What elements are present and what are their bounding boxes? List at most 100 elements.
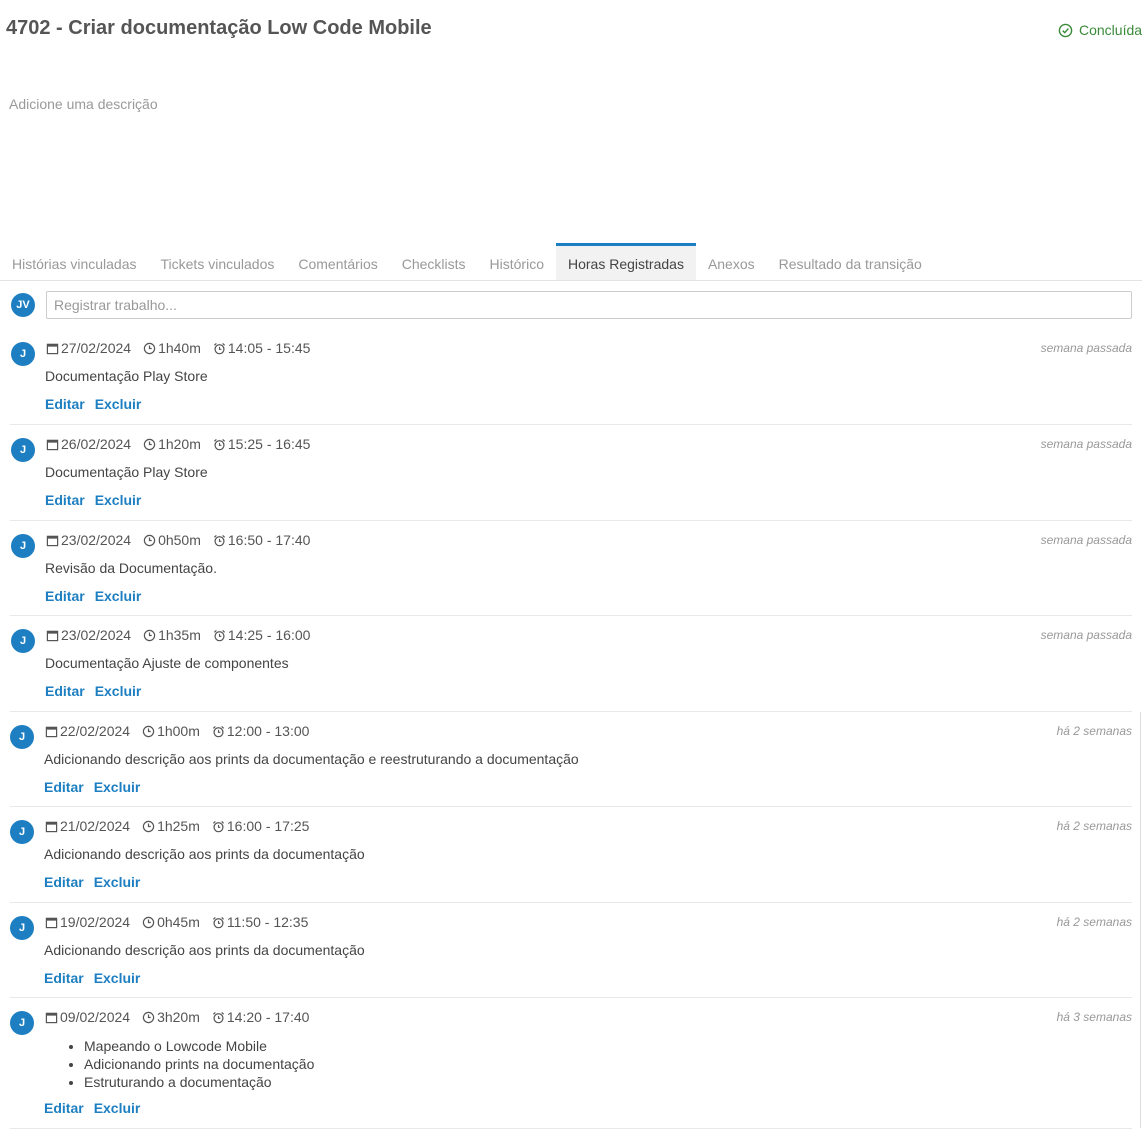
delete-link[interactable]: Excluir (94, 970, 141, 986)
alarm-clock-icon (212, 820, 224, 832)
relative-time: semana passada (1040, 533, 1132, 547)
worklog-time-range: 16:00 - 17:25 (212, 818, 310, 834)
worklog-entry: J 21/02/2024 1h25m 16:00 - 17:25 há 2 semana… (10, 807, 1132, 903)
worklog-bullet: Mapeando o Lowcode Mobile (84, 1037, 314, 1055)
clock-icon (142, 725, 155, 737)
clock-icon (143, 342, 156, 354)
avatar: J (11, 534, 35, 558)
clock-icon (143, 534, 156, 546)
worklog-date: 19/02/2024 (45, 914, 130, 930)
worklog-duration: 0h50m (143, 532, 201, 548)
calendar-icon (45, 1012, 58, 1023)
tab-historico[interactable]: Histórico (478, 243, 556, 280)
worklog-duration: 3h20m (142, 1009, 200, 1025)
alarm-clock-icon (212, 1011, 224, 1023)
delete-link[interactable]: Excluir (94, 874, 141, 890)
duration-label: 1h00m (157, 723, 200, 739)
worklog-bullet: Adicionando prints na documentação (84, 1055, 314, 1073)
worklog-date: 22/02/2024 (45, 723, 130, 739)
tab-resultado-transicao[interactable]: Resultado da transição (767, 243, 934, 280)
worklog-description: Documentação Play Store (45, 464, 208, 480)
delete-link[interactable]: Excluir (95, 396, 142, 412)
description-placeholder[interactable]: Adicione uma descrição (9, 96, 158, 112)
date-label: 21/02/2024 (60, 818, 131, 834)
delete-link[interactable]: Excluir (95, 492, 142, 508)
worklog-date: 09/02/2024 (45, 1009, 130, 1025)
alarm-clock-icon (212, 725, 224, 737)
worklog-time-range: 15:25 - 16:45 (213, 436, 311, 452)
worklog-actions: Editar Excluir (44, 970, 150, 986)
worklog-entry: J 23/02/2024 0h50m 16:50 - 17:40 semana pass… (10, 521, 1132, 616)
worklog-actions: Editar Excluir (44, 1100, 150, 1116)
tab-horas-registradas[interactable]: Horas Registradas (556, 243, 696, 280)
edit-link[interactable]: Editar (44, 874, 84, 890)
edit-link[interactable]: Editar (45, 588, 85, 604)
worklog-time-range: 11:50 - 12:35 (212, 914, 308, 930)
edit-link[interactable]: Editar (45, 492, 85, 508)
delete-link[interactable]: Excluir (94, 1100, 141, 1116)
worklog-meta: 22/02/2024 1h00m 12:00 - 13:00 (45, 723, 321, 739)
worklog-duration: 1h00m (142, 723, 200, 739)
delete-link[interactable]: Excluir (95, 588, 142, 604)
worklog-time-range: 16:50 - 17:40 (213, 532, 310, 548)
edit-link[interactable]: Editar (44, 970, 84, 986)
tab-tickets-vinculados[interactable]: Tickets vinculados (149, 243, 287, 280)
duration-label: 1h40m (158, 340, 201, 356)
tab-checklists[interactable]: Checklists (390, 243, 478, 280)
relative-time: há 3 semanas (1056, 1010, 1132, 1024)
worklog-duration: 0h45m (142, 914, 200, 930)
edit-link[interactable]: Editar (44, 779, 84, 795)
status-badge: Concluída (1058, 22, 1142, 38)
clock-icon (143, 438, 156, 450)
worklog-meta: 19/02/2024 0h45m 11:50 - 12:35 (45, 914, 320, 930)
relative-time: há 2 semanas (1056, 819, 1132, 833)
worklog-description: Adicionando descrição aos prints da docu… (44, 846, 365, 862)
worklog-entry: J 22/02/2024 1h00m 12:00 - 13:00 há 2 semana… (10, 712, 1132, 807)
duration-label: 0h50m (158, 532, 201, 548)
duration-label: 1h35m (158, 627, 201, 643)
worklog-meta: 23/02/2024 0h50m 16:50 - 17:40 (46, 532, 322, 548)
register-work-input[interactable] (46, 291, 1132, 319)
clock-icon (142, 820, 155, 832)
avatar: J (10, 916, 34, 940)
avatar: JV (11, 293, 35, 317)
edit-link[interactable]: Editar (45, 396, 85, 412)
avatar: J (10, 820, 34, 844)
time-range-label: 14:05 - 15:45 (227, 340, 311, 356)
worklog-composer: JV (11, 291, 1132, 319)
worklog-description: Adicionando descrição aos prints da docu… (44, 751, 579, 767)
time-range-label: 11:50 - 12:35 (226, 914, 309, 930)
avatar: J (10, 1011, 34, 1035)
worklog-entry: J 19/02/2024 0h45m 11:50 - 12:35 há 2 semana… (10, 903, 1132, 998)
worklog-meta: 23/02/2024 1h35m 14:25 - 16:00 (46, 627, 322, 643)
date-label: 27/02/2024 (61, 340, 132, 356)
worklog-meta: 09/02/2024 3h20m 14:20 - 17:40 (45, 1009, 321, 1025)
tab-comentarios[interactable]: Comentários (286, 243, 389, 280)
date-label: 23/02/2024 (61, 627, 132, 643)
worklog-entry: J 09/02/2024 3h20m 14:20 - 17:40 há 3 semana… (10, 998, 1132, 1129)
edit-link[interactable]: Editar (44, 1100, 84, 1116)
clock-icon (142, 916, 155, 928)
time-range-label: 15:25 - 16:45 (227, 436, 311, 452)
calendar-icon (46, 535, 59, 546)
tab-historias-vinculadas[interactable]: Histórias vinculadas (0, 243, 149, 280)
date-label: 26/02/2024 (61, 436, 132, 452)
tab-anexos[interactable]: Anexos (696, 243, 767, 280)
avatar: J (11, 629, 35, 653)
task-title: 4702 - Criar documentação Low Code Mobil… (6, 17, 432, 39)
status-label: Concluída (1079, 22, 1142, 38)
worklog-time-range: 14:25 - 16:00 (213, 627, 311, 643)
alarm-clock-icon (213, 438, 225, 450)
alarm-clock-icon (213, 629, 225, 641)
worklog-actions: Editar Excluir (45, 396, 151, 412)
date-label: 22/02/2024 (60, 723, 131, 739)
worklog-actions: Editar Excluir (45, 683, 151, 699)
worklog-description: Mapeando o Lowcode MobileAdicionando pri… (44, 1037, 314, 1091)
avatar: J (10, 725, 34, 749)
edit-link[interactable]: Editar (45, 683, 85, 699)
time-range-label: 16:00 - 17:25 (226, 818, 310, 834)
worklog-time-range: 14:05 - 15:45 (213, 340, 311, 356)
time-range-label: 14:25 - 16:00 (227, 627, 311, 643)
delete-link[interactable]: Excluir (95, 683, 142, 699)
delete-link[interactable]: Excluir (94, 779, 141, 795)
